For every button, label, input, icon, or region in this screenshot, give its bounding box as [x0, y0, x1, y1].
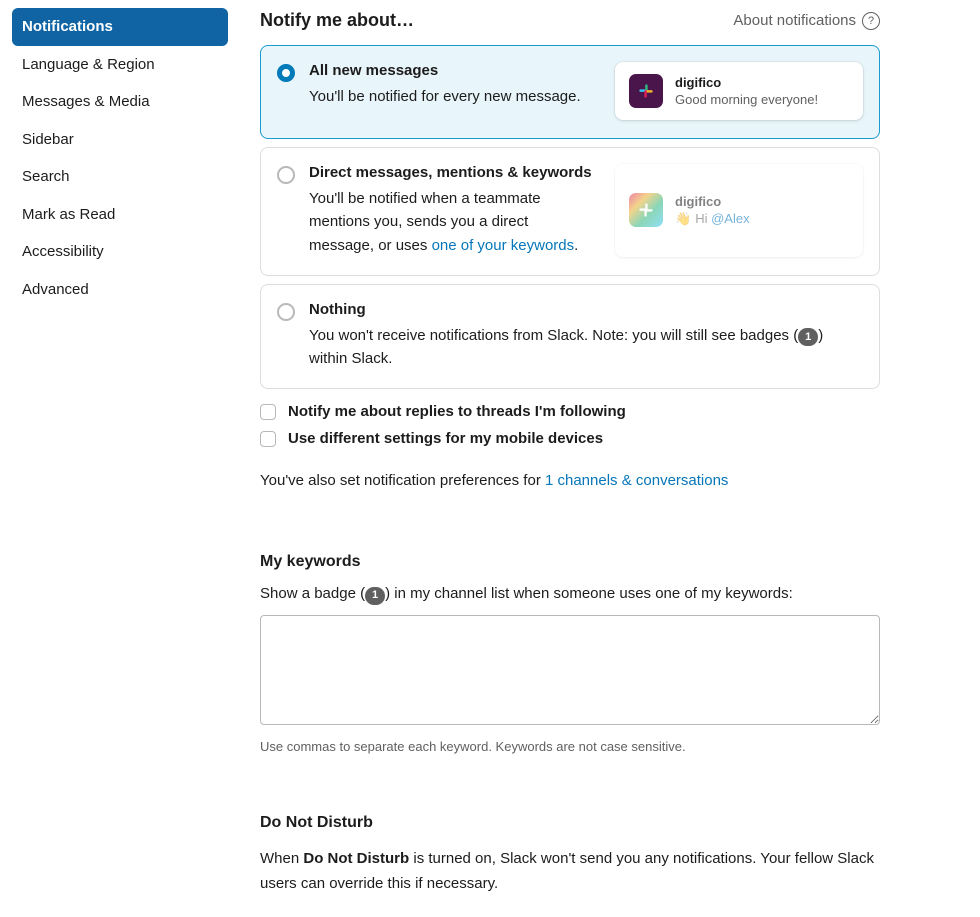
sidebar-item-search[interactable]: Search [12, 158, 228, 196]
section-title-dnd: Do Not Disturb [260, 814, 880, 832]
about-notifications-link[interactable]: About notifications ? [733, 12, 880, 30]
option-title-all: All new messages [309, 62, 597, 79]
main-content: Notify me about… About notifications ? A… [240, 0, 940, 917]
notify-option-nothing[interactable]: Nothing You won't receive notifications … [260, 284, 880, 390]
preferences-sidebar: Notifications Language & Region Messages… [0, 0, 240, 917]
radio-nothing[interactable] [277, 303, 295, 321]
checkbox-label-threads: Notify me about replies to threads I'm f… [288, 403, 626, 420]
badge-icon: 1 [365, 587, 385, 605]
dnd-description: When Do Not Disturb is turned on, Slack … [260, 846, 880, 897]
option-title-nothing: Nothing [309, 301, 863, 318]
sidebar-item-messages-media[interactable]: Messages & Media [12, 83, 228, 121]
option-desc-all: You'll be notified for every new message… [309, 85, 597, 108]
sidebar-item-accessibility[interactable]: Accessibility [12, 233, 228, 271]
notification-preview-dm: digifico 👋 Hi @Alex [615, 164, 863, 257]
checkbox-thread-replies[interactable] [260, 404, 276, 420]
checkbox-label-mobile: Use different settings for my mobile dev… [288, 430, 603, 447]
slack-icon [629, 74, 663, 108]
notify-option-dm[interactable]: Direct messages, mentions & keywords You… [260, 147, 880, 276]
checkbox-mobile-settings[interactable] [260, 431, 276, 447]
keywords-hint: Use commas to separate each keyword. Key… [260, 739, 880, 754]
notify-option-all[interactable]: All new messages You'll be notified for … [260, 45, 880, 139]
option-desc-nothing: You won't receive notifications from Sla… [309, 324, 863, 371]
about-notifications-label: About notifications [733, 12, 856, 29]
keywords-input[interactable] [260, 615, 880, 725]
preview-sender-all: digifico [675, 75, 818, 90]
slack-icon [629, 193, 663, 227]
section-title-keywords: My keywords [260, 553, 880, 571]
option-desc-dm: You'll be notified when a teammate menti… [309, 187, 597, 257]
your-keywords-link[interactable]: one of your keywords [432, 237, 575, 254]
keywords-description: Show a badge (1) in my channel list when… [260, 585, 880, 605]
wave-icon: 👋 [675, 211, 691, 227]
option-title-dm: Direct messages, mentions & keywords [309, 164, 597, 181]
help-icon: ? [862, 12, 880, 30]
preview-message-dm: 👋 Hi @Alex [675, 211, 750, 227]
also-set-text: You've also set notification preferences… [260, 469, 880, 493]
sidebar-item-notifications[interactable]: Notifications [12, 8, 228, 46]
sidebar-item-language-region[interactable]: Language & Region [12, 46, 228, 84]
mention-text: @Alex [711, 211, 750, 226]
radio-dm-mentions[interactable] [277, 166, 295, 184]
preview-sender-dm: digifico [675, 194, 750, 209]
badge-icon: 1 [798, 328, 818, 346]
section-title-notify: Notify me about… [260, 10, 414, 31]
sidebar-item-advanced[interactable]: Advanced [12, 271, 228, 309]
radio-all-messages[interactable] [277, 64, 295, 82]
sidebar-item-sidebar[interactable]: Sidebar [12, 121, 228, 159]
preview-message-all: Good morning everyone! [675, 92, 818, 107]
notification-preview-all: digifico Good morning everyone! [615, 62, 863, 120]
channels-conversations-link[interactable]: 1 channels & conversations [545, 472, 728, 489]
sidebar-item-mark-as-read[interactable]: Mark as Read [12, 196, 228, 234]
